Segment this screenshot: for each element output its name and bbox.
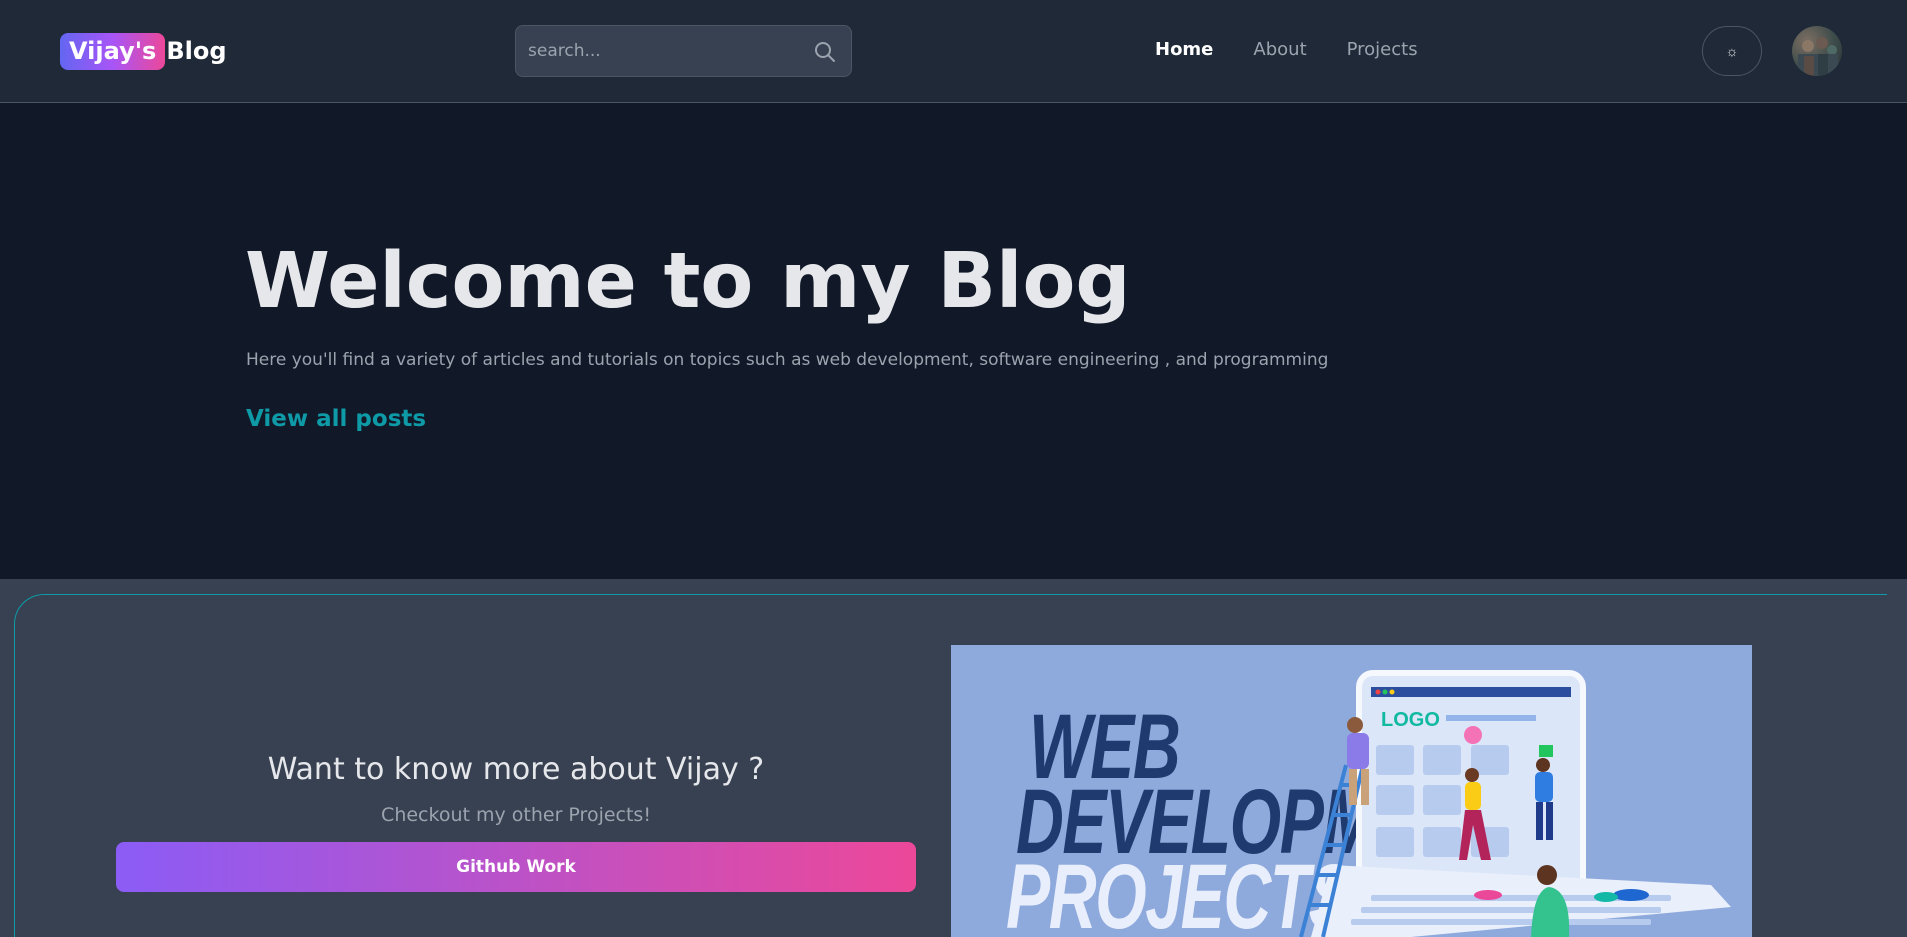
image-logo-text: LOGO [1381,709,1440,731]
avatar[interactable] [1792,26,1842,76]
theme-toggle-button[interactable]: ☼ [1702,26,1762,76]
hero-title: Welcome to my Blog [245,237,1131,326]
promo-subtitle: Checkout my other Projects! [381,804,651,826]
github-work-button[interactable]: Github Work [116,842,916,892]
search-icon[interactable] [813,40,837,64]
avatar-photo [1798,37,1838,76]
promo-title: Want to know more about Vijay ? [267,752,765,787]
search-box [515,25,852,77]
brand-logo-link[interactable]: Vijay's Blog [60,33,227,70]
nav-link-projects[interactable]: Projects [1347,38,1418,62]
nav-link-about[interactable]: About [1253,38,1306,62]
search-input[interactable] [528,26,798,76]
laptop-illustration: LOGO [1299,670,1731,937]
nav-link-home[interactable]: Home [1155,38,1213,62]
view-all-posts-link[interactable]: View all posts [246,406,426,432]
brand-highlight: Vijay's [60,33,166,70]
web-development-projects-image: WEB DEVELOPMENT PROJECTS LOGO [951,645,1752,937]
main-nav: Home About Projects [1155,38,1418,62]
sun-icon: ☼ [1725,43,1739,59]
navbar: Vijay's Blog Home About Projects ☼ [0,0,1907,103]
brand-text: Blog [166,37,227,65]
hero-subtitle: Here you'll find a variety of articles a… [246,350,1329,370]
